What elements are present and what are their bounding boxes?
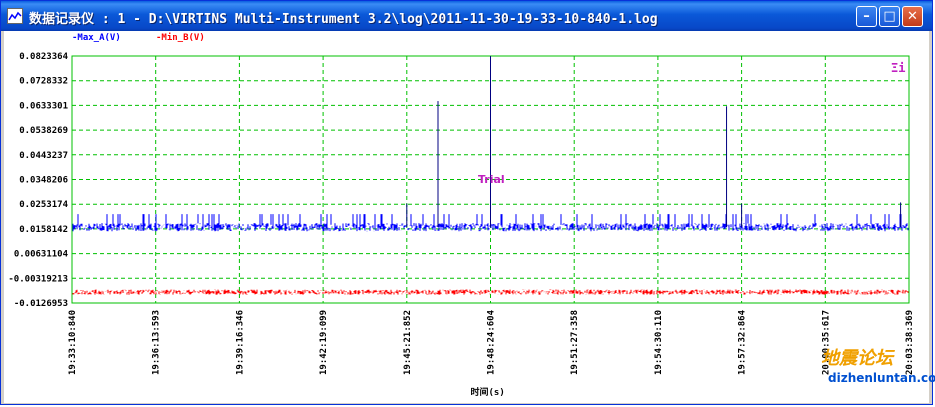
x-tick-label: 19:57:32:864	[738, 309, 748, 375]
watermark-url: dizhenluntan.com	[828, 371, 935, 385]
data-logger-window: 数据记录仪 : 1 - D:\VIRTINS Multi-Instrument …	[0, 0, 935, 405]
legend-toggle-badge: Ξi	[891, 61, 905, 75]
x-tick-label: 19:54:30:110	[654, 310, 664, 375]
y-tick-label: 0.0253174	[19, 200, 68, 210]
y-tick-label: 0.0823364	[19, 52, 68, 62]
y-tick-label: 0.0158142	[19, 225, 68, 235]
minimize-button[interactable]: –	[856, 6, 877, 27]
y-tick-label: 0.0728332	[19, 77, 68, 87]
y-tick-label: 0.0633301	[19, 101, 68, 111]
trial-annotation: Trial	[478, 173, 505, 186]
app-icon	[7, 8, 23, 24]
x-tick-label: 19:42:19:099	[319, 310, 329, 375]
y-tick-label: 0.0538269	[19, 126, 68, 136]
title-bar[interactable]: 数据记录仪 : 1 - D:\VIRTINS Multi-Instrument …	[1, 1, 932, 31]
chart-area[interactable]: -Max_A(V) -Min_B(V) 0.0823364 0.0728332 0.…	[4, 31, 935, 403]
x-tick-label: 19:36:13:593	[152, 310, 162, 375]
maximize-button[interactable]: □	[879, 6, 900, 27]
x-tick-label: 19:51:27:358	[570, 310, 580, 375]
x-tick-label: 19:33:10:840	[68, 310, 78, 375]
window-title: 数据记录仪 : 1 - D:\VIRTINS Multi-Instrument …	[29, 12, 658, 27]
y-tick-label: 0.00631104	[14, 250, 69, 260]
x-axis-label: 时间(s)	[471, 386, 505, 398]
watermark-logo: 地震论坛	[821, 348, 893, 369]
y-tick-label: 0.0443237	[19, 151, 68, 161]
x-tick-label: 19:48:24:604	[487, 309, 497, 375]
close-button[interactable]: ✕	[902, 6, 923, 27]
y-tick-label: -0.0126953	[14, 299, 68, 309]
y-tick-label: -0.00319213	[8, 274, 68, 284]
x-tick-label: 19:45:21:852	[403, 310, 413, 375]
x-tick-label: 19:39:16:346	[235, 310, 245, 375]
y-tick-label: 0.0348206	[19, 176, 68, 186]
line-chart[interactable]: 0.0823364 0.0728332 0.0633301 0.0538269 0.04…	[4, 31, 929, 403]
x-tick-label: 20:03:38:369	[905, 310, 915, 375]
